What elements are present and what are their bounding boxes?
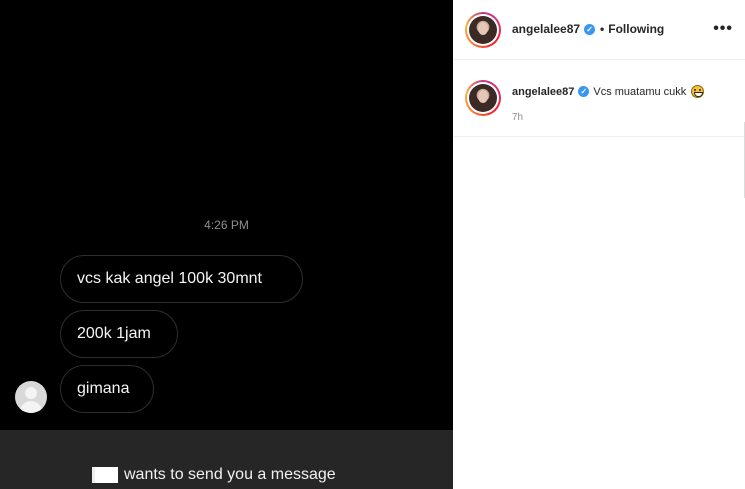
post-header: angelalee87 ✓ • Following •••	[453, 0, 745, 60]
profile-photo	[469, 16, 497, 44]
header-user-line: angelalee87 ✓ • Following	[512, 22, 664, 36]
commenter-avatar[interactable]	[465, 80, 501, 116]
profile-avatar[interactable]	[465, 12, 501, 48]
comment-text: Vcs muatamu cukk	[593, 85, 687, 98]
screenshot-root: 4:26 PM vcs kak angel 100k 30mnt 200k 1j…	[0, 0, 745, 489]
comment-line: angelalee87 ✓ Vcs muatamu cukk	[512, 85, 705, 98]
message-request-notice: wants to send you a message	[92, 466, 336, 484]
message-bubble: 200k 1jam	[60, 310, 178, 358]
comment-time[interactable]: 7h	[512, 112, 523, 123]
dm-screenshot: 4:26 PM vcs kak angel 100k 30mnt 200k 1j…	[0, 0, 453, 489]
more-options-icon[interactable]: •••	[713, 20, 733, 38]
comment-username[interactable]: angelalee87	[512, 86, 574, 98]
separator-dot: •	[600, 22, 605, 36]
post-sidebar: angelalee87 ✓ • Following ••• angelalee8…	[453, 0, 745, 489]
commenter-photo	[469, 84, 497, 112]
sender-avatar[interactable]	[15, 381, 47, 413]
verified-badge-icon: ✓	[578, 86, 590, 97]
message-bubble: vcs kak angel 100k 30mnt	[60, 255, 303, 303]
message-timestamp: 4:26 PM	[204, 218, 249, 232]
message-request-text: wants to send you a message	[124, 466, 336, 483]
header-username[interactable]: angelalee87	[512, 22, 580, 36]
verified-badge-icon: ✓	[584, 23, 596, 35]
grinning-face-emoji-icon	[691, 85, 705, 98]
message-request-bar: wants to send you a message	[0, 430, 453, 489]
message-bubble: gimana	[60, 365, 154, 413]
default-avatar-icon	[25, 387, 37, 399]
caption-comment: angelalee87 ✓ Vcs muatamu cukk 7h	[453, 61, 745, 198]
redacted-username	[92, 467, 118, 483]
following-button[interactable]: Following	[608, 22, 664, 36]
